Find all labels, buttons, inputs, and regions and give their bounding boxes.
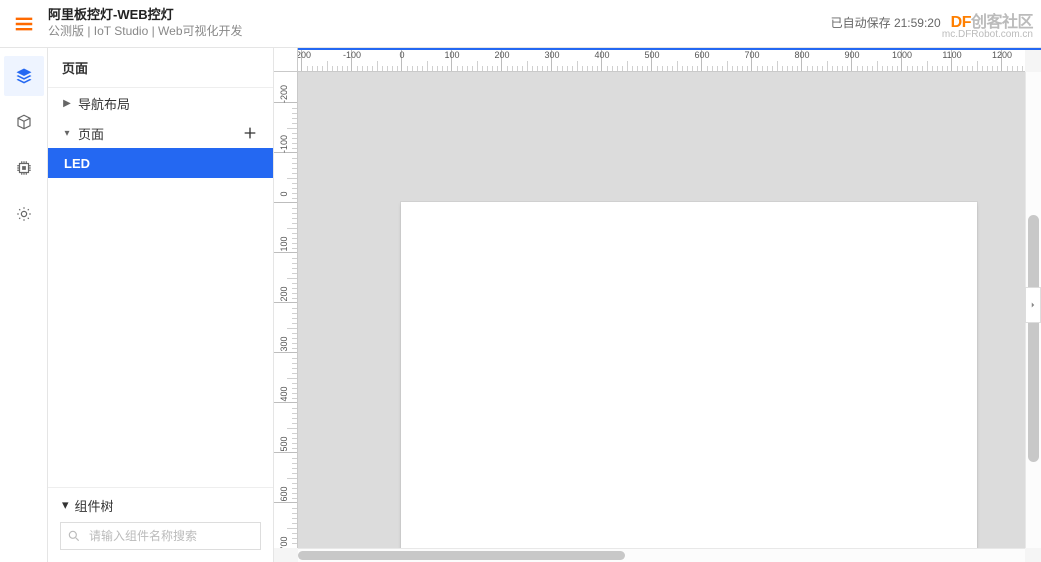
plus-icon — [242, 125, 258, 141]
ruler-v-label: 200 — [279, 280, 289, 308]
ruler-h-label: 200 — [488, 50, 516, 60]
brand-url: mc.DFRobot.com.cn — [942, 30, 1033, 40]
ruler-h-tick: 1200 — [1001, 48, 1025, 71]
component-search — [60, 522, 261, 550]
tree-label: 导航布局 — [78, 94, 130, 113]
menu-button[interactable] — [0, 0, 48, 48]
rail-layers-button[interactable] — [4, 56, 44, 96]
artboard[interactable] — [401, 202, 977, 548]
tree-label: 页面 — [78, 124, 104, 143]
ruler-h-label: 700 — [738, 50, 766, 60]
brand-bold: DF — [951, 14, 971, 31]
ruler-v-label: 500 — [279, 430, 289, 458]
scrollbar-horizontal-thumb[interactable] — [298, 551, 625, 560]
add-page-button[interactable] — [241, 124, 259, 142]
tree-pages[interactable]: ▾ 页面 — [48, 118, 273, 148]
ruler-h-label: 300 — [538, 50, 566, 60]
ruler-v-label: 300 — [279, 330, 289, 358]
ruler-v-label: -200 — [279, 80, 289, 108]
chevron-right-icon — [1028, 300, 1038, 310]
ruler-v-label: 0 — [279, 180, 289, 208]
ruler-h-label: 0 — [388, 50, 416, 60]
ruler-h-label: 400 — [588, 50, 616, 60]
panel-spacer — [48, 178, 273, 487]
ruler-horizontal[interactable]: -200 -100 0 100 200 300 400 500 600 700 800 900 1000… — [298, 48, 1025, 72]
right-panel-expand[interactable] — [1025, 287, 1041, 323]
chevron-down-icon: ▾ — [62, 497, 69, 513]
side-panel: 页面 ▶ 导航布局 ▾ 页面 LED ▾ 组件树 — [48, 48, 274, 562]
page-item-label: LED — [64, 156, 90, 171]
component-tree-label: 组件树 — [75, 496, 114, 515]
panel-section-component-tree: ▾ 组件树 — [48, 487, 273, 562]
component-search-input[interactable] — [60, 522, 261, 550]
ruler-vertical[interactable]: -200-1000100200300400500600700800900 — [274, 72, 298, 548]
ruler-v-label: 600 — [279, 480, 289, 508]
ruler-h-label: 800 — [788, 50, 816, 60]
scrollbar-vertical-thumb[interactable] — [1028, 215, 1039, 463]
search-icon — [67, 529, 81, 543]
ruler-h-label: 1000 — [888, 50, 916, 60]
gear-icon — [15, 205, 33, 223]
guide-line-top — [298, 48, 1041, 50]
component-search-wrap — [48, 522, 273, 562]
ruler-v-label: 100 — [279, 230, 289, 258]
header-right: 已自动保存 21:59:20 DF创客社区 mc.DFRobot.com.cn — [831, 8, 1041, 40]
ruler-v-label: 400 — [279, 380, 289, 408]
ruler-v-label: 700 — [279, 530, 289, 548]
chevron-right-icon: ▶ — [62, 98, 72, 109]
hamburger-icon — [13, 13, 35, 35]
ruler-h-label: 1100 — [938, 50, 966, 60]
header-subtitle: 公测版 | IoT Studio | Web可视化开发 — [48, 24, 243, 40]
ruler-h-label: 900 — [838, 50, 866, 60]
rail-cube-button[interactable] — [4, 102, 44, 142]
rail-settings-button[interactable] — [4, 194, 44, 234]
chip-icon — [15, 159, 33, 177]
panel-title: 页面 — [48, 48, 273, 88]
ruler-v-label: -100 — [279, 130, 289, 158]
page-item-led[interactable]: LED — [48, 148, 273, 178]
ruler-h-label: 600 — [688, 50, 716, 60]
scrollbar-horizontal[interactable] — [298, 548, 1025, 562]
chevron-down-icon: ▾ — [62, 128, 72, 139]
icon-rail — [0, 48, 48, 562]
canvas-stage[interactable] — [298, 72, 1025, 548]
main-row: 页面 ▶ 导航布局 ▾ 页面 LED ▾ 组件树 — [0, 48, 1041, 562]
autosave-status: 已自动保存 21:59:20 — [831, 14, 941, 31]
component-tree-header[interactable]: ▾ 组件树 — [48, 488, 273, 522]
ruler-h-label: 500 — [638, 50, 666, 60]
ruler-corner — [274, 48, 298, 72]
rail-chip-button[interactable] — [4, 148, 44, 188]
ruler-h-label: 1200 — [988, 50, 1016, 60]
cube-icon — [15, 113, 33, 131]
brand-logo: DF创客社区 — [951, 8, 1033, 32]
canvas-area: -200-10001002003004005006007008009001000… — [274, 48, 1041, 562]
top-header: 阿里板控灯-WEB控灯 公测版 | IoT Studio | Web可视化开发 … — [0, 0, 1041, 48]
ruler-h-label: -100 — [338, 50, 366, 60]
header-titles: 阿里板控灯-WEB控灯 公测版 | IoT Studio | Web可视化开发 — [48, 7, 243, 39]
layers-icon — [15, 67, 33, 85]
ruler-h-label: 100 — [438, 50, 466, 60]
brand-text: 创客社区 — [971, 14, 1033, 31]
tree-nav-layout[interactable]: ▶ 导航布局 — [48, 88, 273, 118]
ruler-h-label: -200 — [298, 50, 316, 60]
project-title: 阿里板控灯-WEB控灯 — [48, 7, 243, 24]
